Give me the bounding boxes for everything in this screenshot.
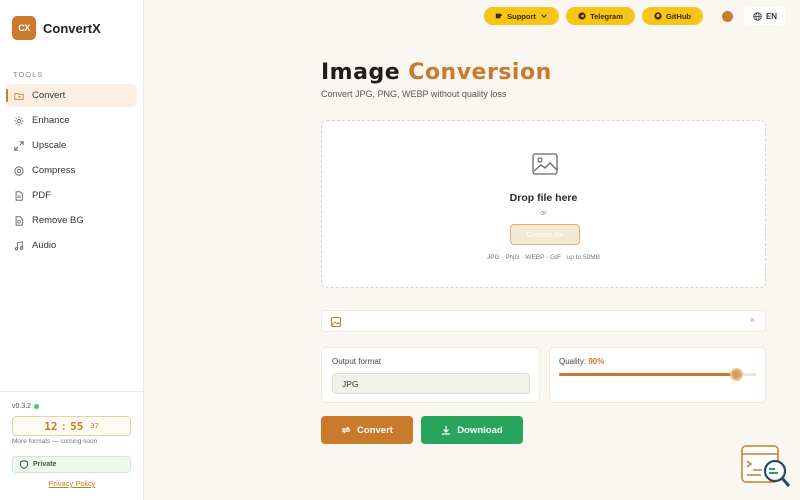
sidebar-item-label: Compress [32, 165, 76, 176]
sidebar-item-upscale[interactable]: Upscale [6, 134, 137, 157]
sidebar-item-remove-bg[interactable]: Remove BG [6, 209, 137, 232]
close-icon[interactable]: × [750, 315, 755, 325]
page-subtitle: Convert JPG, PNG, WEBP without quality l… [321, 89, 507, 99]
download-button[interactable]: Download [421, 416, 523, 444]
sidebar-item-enhance[interactable]: Enhance [6, 109, 137, 132]
sidebar-item-label: Enhance [32, 115, 70, 126]
brand-name: ConvertX [43, 20, 101, 36]
globe-icon [753, 11, 762, 21]
output-format-label: Output format [332, 357, 381, 366]
sidebar-item-label: Audio [32, 240, 57, 251]
github-button[interactable]: GitHub [642, 7, 703, 25]
clock-minutes: 55 [70, 419, 84, 433]
sidebar-item-compress[interactable]: Compress [6, 159, 137, 182]
sidebar-footer: v0.3.2 12 : 55 37 More formats — coming … [0, 391, 144, 500]
theme-toggle-button[interactable] [722, 11, 733, 22]
swap-icon [341, 426, 351, 434]
clock-separator: : [60, 419, 68, 433]
choose-file-button[interactable]: Choose file [510, 224, 580, 245]
brand-logo: CX [12, 16, 36, 40]
compress-icon [14, 165, 24, 176]
output-format-select[interactable]: JPG [332, 373, 530, 394]
chevron-down-icon [541, 14, 547, 18]
support-button[interactable]: Support [484, 7, 559, 25]
folder-icon [14, 92, 24, 100]
code-search-icon [741, 445, 791, 487]
quality-slider[interactable] [559, 368, 756, 381]
clock-display: 12 : 55 37 [12, 416, 131, 436]
download-icon [442, 426, 451, 435]
sidebar-item-label: Convert [32, 90, 66, 101]
sidebar-item-audio[interactable]: Audio [6, 234, 137, 257]
language-switcher[interactable]: EN [744, 7, 786, 25]
page-title: Image Conversion [321, 60, 552, 85]
sidebar-item-pdf[interactable]: PDF [6, 184, 137, 207]
image-icon [331, 317, 341, 327]
tools-section-label: TOOLS [13, 70, 44, 79]
document-icon [15, 190, 23, 201]
status-online-dot [34, 404, 40, 409]
dropzone-or: or [540, 210, 547, 217]
quality-card: Quality: 90% [549, 347, 766, 403]
coffee-icon [495, 13, 502, 19]
sidebar-nav: Convert Enhance Upscale Compress PDF Rem… [6, 84, 137, 259]
sidebar-item-convert[interactable]: Convert [6, 84, 137, 107]
clock-seconds: 37 [90, 422, 99, 430]
quality-value: 90% [588, 357, 605, 366]
sidebar-item-label: Remove BG [32, 215, 84, 226]
expand-icon [14, 140, 24, 151]
file-dropzone[interactable]: Drop file here or Choose file JPG · PNG … [321, 120, 766, 288]
sidebar: CX ConvertX TOOLS Convert Enhance Upscal… [0, 0, 144, 500]
convert-button[interactable]: Convert [321, 416, 413, 444]
quality-label: Quality: 90% [559, 357, 605, 366]
output-format-card: Output format JPG [321, 347, 540, 403]
privacy-policy-link[interactable]: Privacy Policy [0, 479, 144, 488]
telegram-button[interactable]: Telegram [566, 7, 635, 25]
telegram-icon [578, 12, 586, 20]
quality-slider-thumb[interactable] [730, 368, 744, 381]
dropzone-title: Drop file here [509, 192, 578, 204]
supported-formats-note: JPG · PNG · WEBP · GIF · up to 50MB [487, 254, 600, 261]
github-icon [654, 12, 662, 20]
selected-file-bar: × [321, 310, 766, 332]
scissors-icon [15, 215, 23, 226]
sparkle-icon [14, 115, 24, 126]
clock-hours: 12 [44, 419, 58, 433]
image-icon [532, 153, 558, 175]
version-label: v0.3.2 [12, 403, 40, 410]
shield-icon [20, 460, 28, 469]
sidebar-item-label: PDF [32, 190, 51, 201]
brand[interactable]: CX ConvertX [12, 16, 101, 40]
private-badge: Private [12, 456, 131, 473]
more-formats-note: More formats — coming soon [12, 438, 98, 445]
quality-slider-fill [559, 373, 737, 376]
music-icon [14, 240, 24, 251]
sidebar-item-label: Upscale [32, 140, 67, 151]
